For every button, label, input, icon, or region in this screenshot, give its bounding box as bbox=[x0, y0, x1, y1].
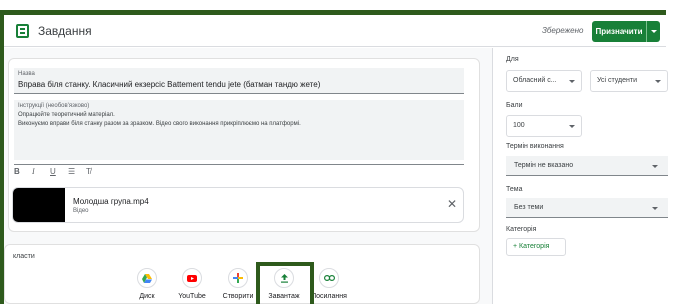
italic-button[interactable]: I bbox=[32, 167, 35, 176]
topic-select[interactable]: Без теми bbox=[506, 198, 668, 218]
drive-icon bbox=[137, 268, 157, 288]
points-select[interactable]: 100 bbox=[506, 115, 582, 137]
clear-format-button[interactable]: T̸ bbox=[86, 167, 91, 176]
description-field[interactable]: Інструкції (необов'язково) Опрацюйте тео… bbox=[14, 100, 464, 160]
plus-icon bbox=[228, 268, 248, 288]
chevron-down-icon bbox=[652, 207, 658, 210]
due-value: Термін не вказано bbox=[514, 162, 574, 169]
class-select[interactable]: Обласний с... bbox=[506, 70, 582, 92]
chevron-down-icon bbox=[569, 125, 575, 128]
save-status: Збережено bbox=[542, 26, 584, 35]
description-field-label: Інструкції (необов'язково) bbox=[18, 103, 90, 109]
category-label: Категорія bbox=[506, 226, 537, 233]
students-select[interactable]: Усі студенти bbox=[590, 70, 668, 92]
drive-label: Диск bbox=[139, 293, 155, 300]
drive-tool[interactable]: Диск bbox=[129, 268, 165, 300]
highlight-frame bbox=[256, 262, 314, 304]
underline-button[interactable]: U bbox=[50, 167, 56, 176]
youtube-tool[interactable]: YouTube bbox=[174, 268, 210, 300]
format-toolbar: B I U ☰ T̸ bbox=[14, 164, 464, 178]
students-select-value: Усі студенти bbox=[597, 77, 637, 84]
create-tool[interactable]: Створити bbox=[220, 268, 256, 300]
topic-label: Тема bbox=[506, 186, 523, 193]
youtube-icon bbox=[182, 268, 202, 288]
assign-button-label: Призначити bbox=[595, 27, 643, 36]
attachment-item[interactable]: Молодша група.mp4 Відео ✕ bbox=[12, 187, 464, 223]
chevron-down-icon bbox=[652, 165, 658, 168]
create-label: Створити bbox=[222, 293, 254, 300]
points-value: 100 bbox=[513, 122, 525, 129]
chevron-down-icon bbox=[655, 80, 661, 83]
link-label: Посилання bbox=[311, 293, 347, 300]
points-label: Бали bbox=[506, 102, 523, 109]
title-field-label: Назва bbox=[18, 71, 35, 77]
attach-section-title: класти bbox=[13, 253, 35, 260]
remove-attachment-icon[interactable]: ✕ bbox=[447, 197, 457, 211]
video-thumbnail[interactable] bbox=[13, 188, 65, 222]
assignment-icon bbox=[16, 24, 29, 38]
title-field[interactable]: Назва Вправа біля станку. Класичний екзе… bbox=[14, 68, 464, 94]
link-tool[interactable]: Посилання bbox=[311, 268, 347, 300]
description-line[interactable]: Виконуємо вправи біля станку разом за зр… bbox=[18, 121, 301, 127]
class-select-value: Обласний с... bbox=[513, 77, 557, 84]
attachment-type: Відео bbox=[73, 208, 89, 214]
header: Завдання Збережено Призначити bbox=[4, 15, 666, 47]
due-select[interactable]: Термін не вказано bbox=[506, 156, 668, 176]
page-title: Завдання bbox=[38, 24, 92, 38]
bold-button[interactable]: B bbox=[14, 167, 20, 176]
for-label: Для bbox=[506, 56, 519, 63]
description-line[interactable]: Опрацюйте теоретичний матеріал. bbox=[18, 112, 115, 118]
title-value[interactable]: Вправа біля станку. Класичний екзерсіс B… bbox=[18, 80, 320, 89]
topic-value: Без теми bbox=[514, 204, 544, 211]
due-label: Термін виконання bbox=[506, 143, 564, 150]
add-category-button[interactable]: + Категорія bbox=[506, 238, 566, 256]
attachment-name[interactable]: Молодша група.mp4 bbox=[73, 197, 149, 206]
chevron-down-icon bbox=[569, 80, 575, 83]
list-button[interactable]: ☰ bbox=[68, 167, 75, 176]
assign-button[interactable]: Призначити bbox=[592, 21, 660, 42]
youtube-label: YouTube bbox=[178, 293, 206, 300]
link-icon bbox=[319, 268, 339, 288]
assign-dropdown-icon[interactable] bbox=[646, 21, 660, 42]
add-category-label: Категорія bbox=[519, 243, 550, 250]
